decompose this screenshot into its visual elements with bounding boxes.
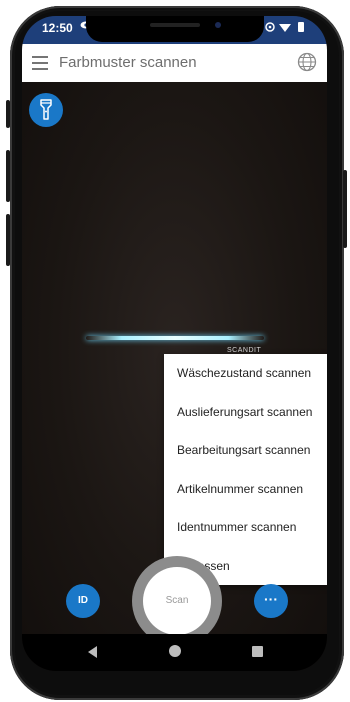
more-options-button[interactable]: ··· [254, 584, 288, 618]
scanner-viewfinder-line [86, 336, 264, 340]
scandit-watermark: SCANDIT [227, 347, 262, 354]
wifi-icon [279, 24, 291, 32]
flashlight-icon [40, 99, 52, 120]
recents-square-icon[interactable] [252, 646, 263, 657]
status-time: 12:50 [42, 21, 73, 35]
globe-icon[interactable] [297, 52, 317, 77]
front-camera [215, 22, 221, 28]
android-nav-bar [22, 634, 327, 671]
id-button[interactable]: ID [66, 584, 100, 618]
camera-notch [86, 16, 264, 42]
menu-item-waeschezustand[interactable]: Wäschezustand scannen [164, 354, 327, 393]
scan-options-menu: Wäschezustand scannen Auslieferungsart s… [164, 354, 327, 585]
flashlight-button[interactable] [29, 93, 63, 127]
home-circle-icon[interactable] [169, 645, 181, 657]
menu-item-artikelnummer[interactable]: Artikelnummer scannen [164, 470, 327, 509]
menu-item-auslieferungsart[interactable]: Auslieferungsart scannen [164, 393, 327, 432]
menu-item-bearbeitungsart[interactable]: Bearbeitungsart scannen [164, 431, 327, 470]
phone-volume-down-button [6, 214, 10, 266]
back-triangle-icon[interactable] [88, 646, 97, 658]
hamburger-menu-icon[interactable] [32, 56, 48, 70]
scan-button[interactable]: Scan [143, 567, 211, 635]
page-title: Farbmuster scannen [59, 54, 197, 71]
battery-icon [298, 22, 304, 32]
app-bar: Farbmuster scannen [22, 44, 327, 82]
phone-volume-up-button [6, 150, 10, 202]
phone-screen: 12:50 Farbmuster scannen SCANDIT Wäschez… [22, 16, 327, 671]
phone-power-button [343, 170, 347, 248]
phone-side-button-top [6, 100, 10, 128]
earpiece-speaker [150, 23, 200, 27]
menu-item-identnummer[interactable]: Identnummer scannen [164, 508, 327, 547]
